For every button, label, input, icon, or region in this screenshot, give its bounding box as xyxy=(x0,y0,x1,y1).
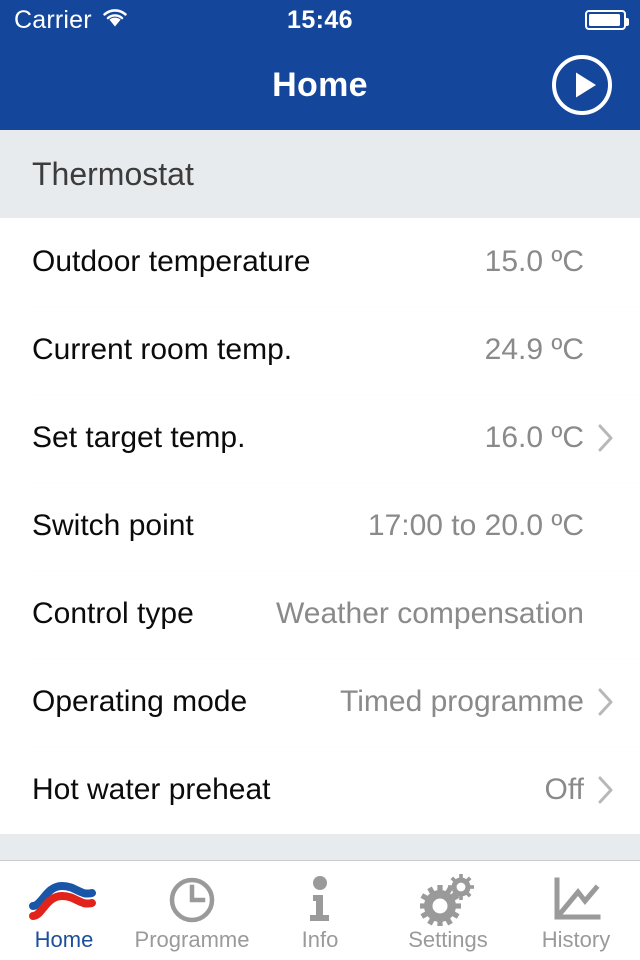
gears-icon xyxy=(420,874,476,926)
tab-history[interactable]: History xyxy=(512,861,640,960)
row-control-type: Control type Weather compensation xyxy=(0,570,640,658)
wave-logo-icon xyxy=(28,874,100,926)
content-area: Thermostat Outdoor temperature 15.0 ºC C… xyxy=(0,130,640,863)
row-label: Switch point xyxy=(32,509,194,542)
tab-bar: Home Programme Info Settings History xyxy=(0,860,640,960)
row-right: Timed programme xyxy=(340,685,614,719)
wifi-icon xyxy=(101,7,129,33)
status-bar-right xyxy=(585,10,629,30)
tab-label: Home xyxy=(34,927,94,952)
row-value: Timed programme xyxy=(340,685,584,718)
row-value: 16.0 ºC xyxy=(484,421,584,454)
row-outdoor-temperature: Outdoor temperature 15.0 ºC xyxy=(0,218,640,306)
row-label: Control type xyxy=(32,597,194,630)
tab-home[interactable]: Home xyxy=(0,861,128,960)
settings-list: Outdoor temperature 15.0 ºC Current room… xyxy=(0,218,640,834)
row-label: Current room temp. xyxy=(32,333,293,366)
row-label: Set target temp. xyxy=(32,421,246,454)
page-title: Home xyxy=(272,65,368,104)
row-current-room-temp: Current room temp. 24.9 ºC xyxy=(0,306,640,394)
tab-programme[interactable]: Programme xyxy=(128,861,256,960)
row-set-target-temp[interactable]: Set target temp. 16.0 ºC xyxy=(0,394,640,482)
clock-icon xyxy=(167,874,217,926)
row-operating-mode[interactable]: Operating mode Timed programme xyxy=(0,658,640,746)
section-header-thermostat: Thermostat xyxy=(0,130,640,218)
row-right: 16.0 ºC xyxy=(485,421,614,455)
app-screen: Carrier 15:46 Home Thermostat Outdoor te… xyxy=(0,0,640,960)
status-bar: Carrier 15:46 xyxy=(0,0,640,40)
row-right: Off xyxy=(545,773,614,807)
chevron-right-icon xyxy=(598,424,614,452)
row-right: 24.9 ºC xyxy=(485,333,614,367)
row-value: 15.0 ºC xyxy=(484,245,584,278)
tab-settings[interactable]: Settings xyxy=(384,861,512,960)
row-right: 15.0 ºC xyxy=(485,245,614,279)
tab-label: Settings xyxy=(408,927,488,952)
row-right: Weather compensation xyxy=(276,597,614,631)
row-value: Weather compensation xyxy=(276,597,584,630)
navigation-bar: Home xyxy=(0,40,640,130)
row-value: 17:00 to 20.0 ºC xyxy=(367,509,584,542)
line-chart-icon xyxy=(550,874,602,926)
tab-label: Info xyxy=(301,927,339,952)
row-switch-point: Switch point 17:00 to 20.0 ºC xyxy=(0,482,640,570)
battery-icon xyxy=(585,10,629,30)
chevron-right-icon xyxy=(598,776,614,804)
chevron-right-icon xyxy=(598,688,614,716)
section-header-label: Thermostat xyxy=(32,155,194,192)
row-value: 24.9 ºC xyxy=(484,333,584,366)
tab-label: History xyxy=(541,927,611,952)
carrier-label: Carrier xyxy=(14,5,92,34)
row-label: Hot water preheat xyxy=(32,773,271,806)
section-footer xyxy=(0,834,640,863)
info-icon xyxy=(303,874,337,926)
tab-label: Programme xyxy=(134,927,250,952)
row-value: Off xyxy=(544,773,584,806)
row-right: 17:00 to 20.0 ºC xyxy=(368,509,614,543)
row-hot-water-preheat[interactable]: Hot water preheat Off xyxy=(0,746,640,834)
row-label: Outdoor temperature xyxy=(32,245,311,278)
play-circle-icon[interactable] xyxy=(550,53,614,117)
status-bar-left: Carrier xyxy=(14,7,129,33)
tab-info[interactable]: Info xyxy=(256,861,384,960)
row-label: Operating mode xyxy=(32,685,248,718)
